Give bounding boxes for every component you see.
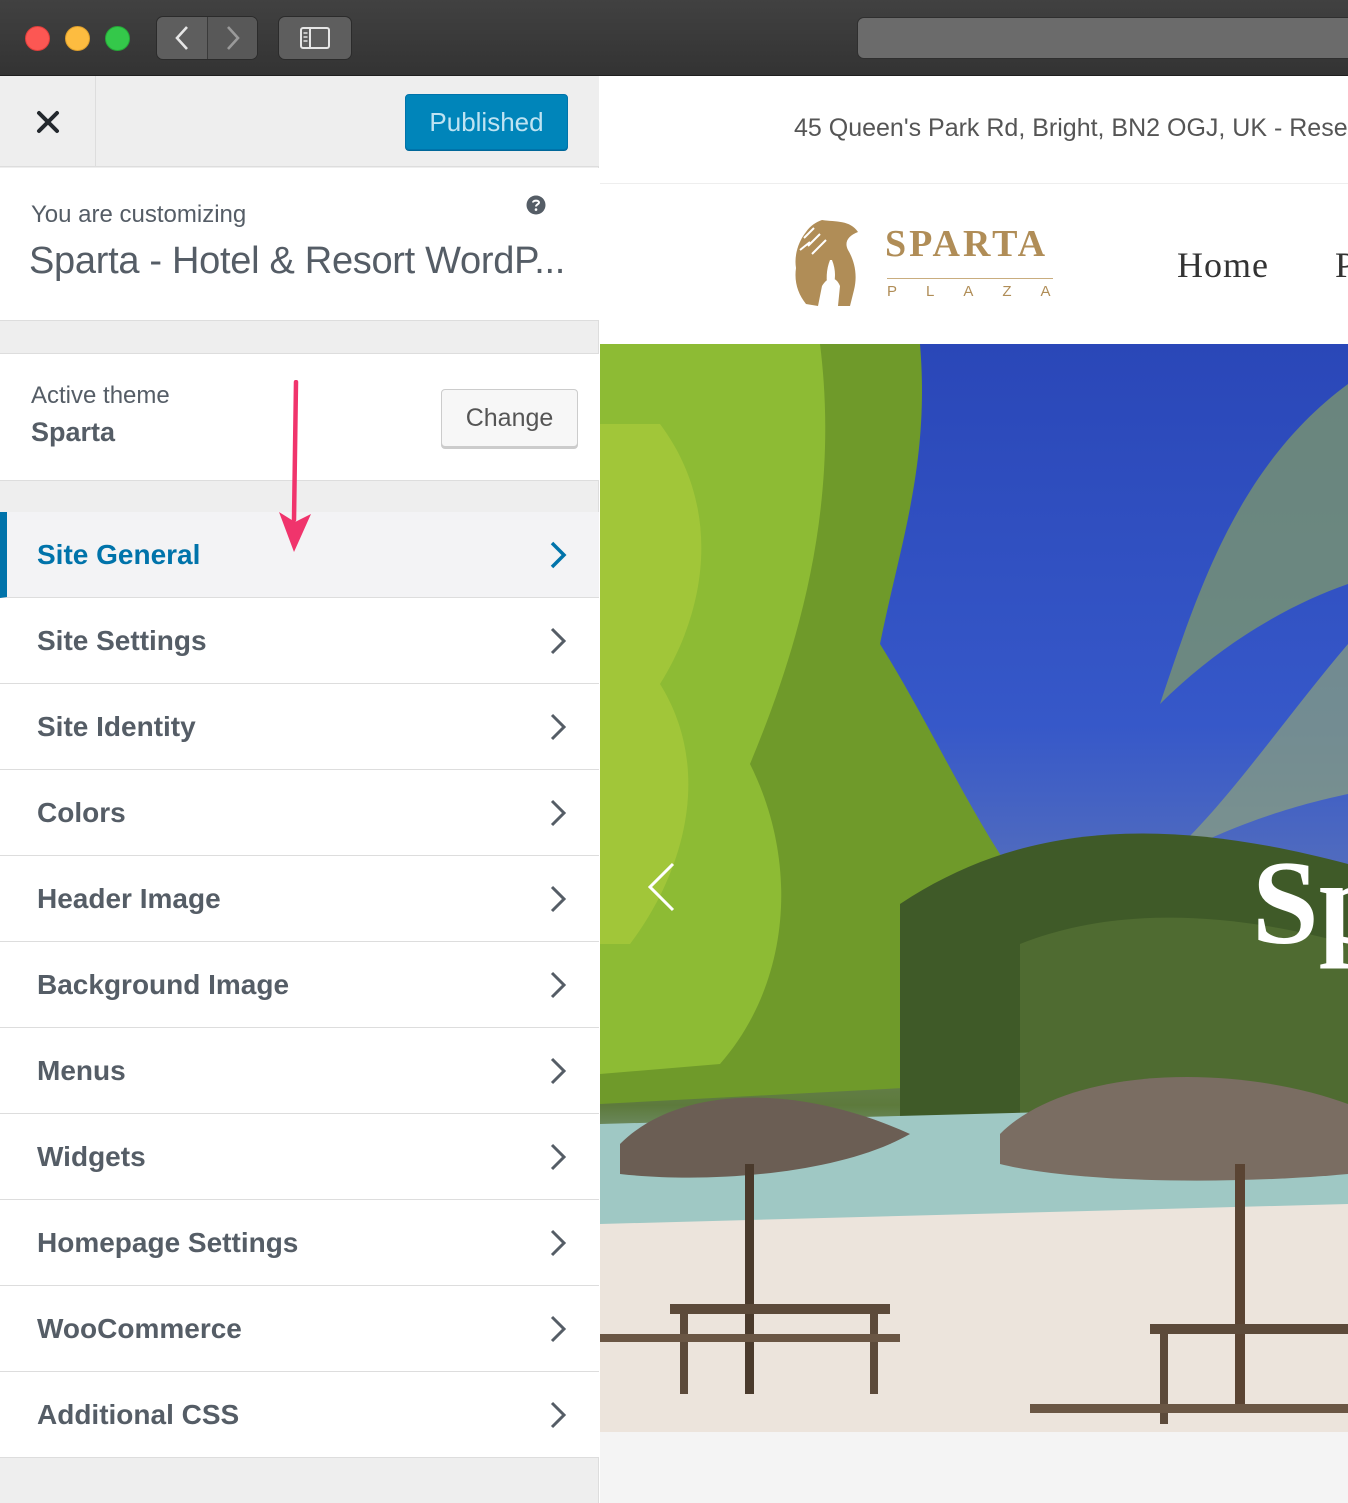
site-title: Sparta - Hotel & Resort WordP... [29,240,566,282]
sidebar-icon [300,27,330,49]
section-background-image[interactable]: Background Image [0,942,599,1028]
annotation-arrow-icon [279,380,311,552]
preview-topbar: 45 Queen's Park Rd, Bright, BN2 OGJ, UK … [600,76,1348,184]
active-theme-name: Sparta [31,417,116,447]
section-label: Site General [37,538,201,570]
section-menus[interactable]: Menus [0,1028,599,1114]
hero-scene-image [600,344,1348,1432]
chevron-right-icon [226,26,240,50]
section-label: Header Image [37,882,221,914]
history-nav [156,16,258,60]
slider-prev-button[interactable] [646,862,676,912]
customizer-panel: Published You are customizing Sparta - H… [0,76,599,1503]
active-theme-label: Active theme [31,382,170,409]
section-additional-css[interactable]: Additional CSS [0,1372,599,1458]
hero-slider: Sp [600,344,1348,1432]
address-bar[interactable] [857,17,1348,59]
browser-titlebar [0,0,1348,76]
section-label: WooCommerce [37,1312,242,1344]
section-label: Additional CSS [37,1398,240,1430]
section-header-image[interactable]: Header Image [0,856,599,942]
section-widgets[interactable]: Widgets [0,1114,599,1200]
chevron-right-icon [550,1315,567,1343]
preview-header: SPARTA PLAZA Home P [600,184,1348,344]
close-customizer-button[interactable] [0,76,96,167]
chevron-right-icon [550,627,567,655]
window-minimize-button[interactable] [65,26,90,51]
section-label: Widgets [37,1140,146,1172]
brand-name: SPARTA [885,223,1049,265]
nav-home-link[interactable]: Home [1177,244,1269,286]
chevron-right-icon [550,1401,567,1429]
customizer-header: Published [0,76,599,167]
section-label: Site Settings [37,624,207,656]
customizer-sections: Site General Site Settings Site Identity… [0,512,599,1458]
section-label: Site Identity [37,710,196,742]
window-close-button[interactable] [25,26,50,51]
chevron-right-icon [550,1057,567,1085]
chevron-right-icon [550,541,567,569]
nav-next-link[interactable]: P [1335,244,1348,286]
section-homepage-settings[interactable]: Homepage Settings [0,1200,599,1286]
change-theme-button[interactable]: Change [441,389,578,447]
section-woocommerce[interactable]: WooCommerce [0,1286,599,1372]
chevron-right-icon [550,971,567,999]
chevron-right-icon [550,885,567,913]
chevron-right-icon [550,713,567,741]
chevron-right-icon [550,799,567,827]
chevron-left-icon [175,26,188,50]
hotel-address: 45 Queen's Park Rd, Bright, BN2 OGJ, UK … [794,114,1348,142]
close-icon [36,110,59,133]
section-site-identity[interactable]: Site Identity [0,684,599,770]
hero-title: Sp [1252,836,1348,969]
help-button[interactable] [526,195,546,220]
section-colors[interactable]: Colors [0,770,599,856]
customizing-label: You are customizing [31,201,247,228]
site-preview: 45 Queen's Park Rd, Bright, BN2 OGJ, UK … [600,76,1348,1503]
customizer-info: You are customizing Sparta - Hotel & Res… [0,168,599,321]
question-circle-icon [526,195,546,215]
sidebar-toggle-button[interactable] [278,16,352,60]
window-zoom-button[interactable] [105,26,130,51]
section-label: Background Image [37,968,290,1000]
back-button[interactable] [157,17,207,59]
section-label: Homepage Settings [37,1226,299,1258]
preview-lower-band [600,1432,1348,1503]
chevron-right-icon [550,1143,567,1171]
spartan-helmet-logo-icon[interactable] [792,216,864,310]
forward-button[interactable] [207,17,257,59]
section-label: Menus [37,1054,126,1086]
brand-subtitle: PLAZA [887,278,1053,300]
chevron-right-icon [550,1229,567,1257]
section-site-settings[interactable]: Site Settings [0,598,599,684]
publish-button[interactable]: Published [405,94,568,150]
section-label: Colors [37,796,126,828]
